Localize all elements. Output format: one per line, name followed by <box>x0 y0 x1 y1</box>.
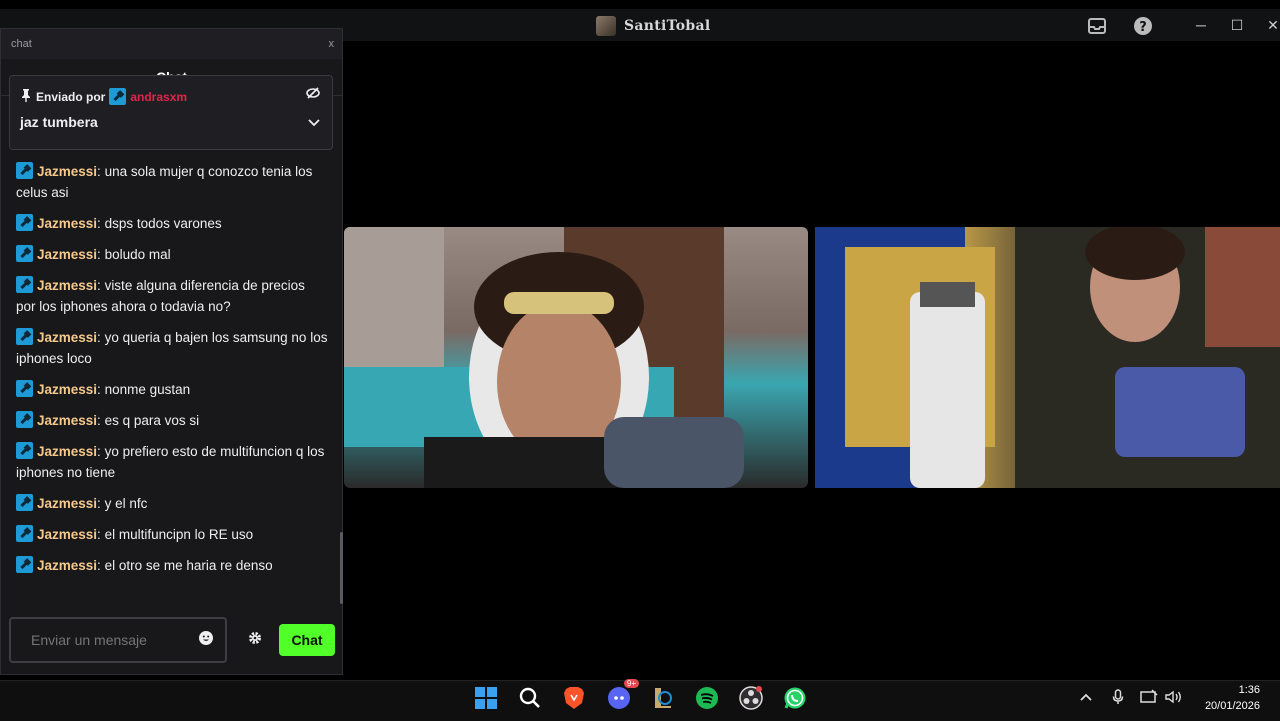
emote-picker-icon[interactable] <box>199 631 213 645</box>
help-icon[interactable]: ? <box>1132 15 1154 37</box>
moderator-badge-icon <box>16 556 33 574</box>
chat-message: Jazmessi: nonme gustan <box>16 379 328 400</box>
webcam-feed-right <box>815 227 1280 488</box>
pin-icon <box>20 88 32 105</box>
chat-username[interactable]: Jazmessi <box>37 164 97 179</box>
chat-message-text: nonme gustan <box>104 382 191 397</box>
start-menu-icon[interactable] <box>472 684 500 712</box>
volume-icon[interactable] <box>1165 688 1183 706</box>
moderator-badge-icon <box>16 214 33 232</box>
chat-close-button[interactable]: x <box>329 38 335 50</box>
chevron-up-icon[interactable] <box>1077 688 1095 706</box>
discord-notification-badge: 9+ <box>623 679 639 688</box>
chat-window-label: chat <box>11 38 32 50</box>
inbox-icon[interactable] <box>1086 15 1108 37</box>
chat-settings-gear-icon[interactable] <box>247 630 263 646</box>
obs-studio-icon[interactable] <box>737 684 765 712</box>
chat-username[interactable]: Jazmessi <box>37 413 97 428</box>
chat-message-text: el multifuncipn lo RE uso <box>104 527 254 542</box>
close-window-button[interactable]: ✕ <box>1258 14 1280 36</box>
moderator-badge-icon <box>16 411 33 429</box>
chat-username[interactable]: Jazmessi <box>37 247 97 262</box>
chevron-down-icon[interactable] <box>308 116 320 130</box>
network-icon[interactable] <box>1140 688 1158 706</box>
chat-username[interactable]: Jazmessi <box>37 444 97 459</box>
moderator-badge-icon <box>16 442 33 460</box>
svg-text:?: ? <box>1139 20 1147 35</box>
streamer-title: SantiTobal <box>596 16 710 36</box>
chat-message-text: boludo mal <box>104 247 171 262</box>
clock-time: 1:36 <box>1238 684 1260 696</box>
microphone-icon[interactable] <box>1109 688 1127 706</box>
chat-message: Jazmessi: viste alguna diferencia de pre… <box>16 276 305 314</box>
search-icon[interactable] <box>516 684 544 712</box>
chat-message-input[interactable] <box>29 631 193 649</box>
pinned-message-text: jaz tumbera <box>20 114 98 130</box>
moderator-badge-icon <box>16 328 33 346</box>
chat-message-text: el otro se me haria re denso <box>104 558 273 573</box>
chat-username[interactable]: Jazmessi <box>37 216 97 231</box>
moderator-badge-icon <box>16 162 33 180</box>
spotify-icon[interactable] <box>693 684 721 712</box>
pinned-sender-row: Enviado por andrasxm <box>20 88 187 105</box>
chat-message-list: Jazmessi: una sola mujer q conozco tenia… <box>16 161 328 586</box>
clock-date: 20/01/2026 <box>1204 700 1260 712</box>
chat-input-container[interactable] <box>9 617 227 663</box>
chat-username[interactable]: Jazmessi <box>37 382 97 397</box>
chat-message: Jazmessi: yo queria q bajen los samsung … <box>16 328 328 366</box>
system-clock[interactable]: 1:36 20/01/2026 <box>1205 682 1260 714</box>
hide-pinned-icon[interactable] <box>306 87 320 102</box>
chat-message: Jazmessi: y el nfc <box>16 493 328 514</box>
moderator-badge-icon <box>16 245 33 263</box>
whatsapp-icon[interactable] <box>781 684 809 712</box>
league-of-legends-icon[interactable] <box>649 684 677 712</box>
chat-message-text: y el nfc <box>104 496 148 511</box>
chat-username[interactable]: Jazmessi <box>37 278 97 293</box>
webcam-feed-left <box>344 227 808 488</box>
chat-username[interactable]: Jazmessi <box>37 330 97 345</box>
pinned-username[interactable]: andrasxm <box>130 90 187 104</box>
chat-message: Jazmessi: boludo mal <box>16 244 328 265</box>
chat-username[interactable]: Jazmessi <box>37 527 97 542</box>
chat-message: Jazmessi: yo prefiero esto de multifunci… <box>16 442 325 480</box>
moderator-badge-icon <box>109 88 127 105</box>
streamer-avatar <box>596 16 616 36</box>
brave-browser-icon[interactable] <box>560 684 588 712</box>
chat-username[interactable]: Jazmessi <box>37 496 97 511</box>
chat-window-bar: chat x <box>1 29 342 59</box>
moderator-badge-icon <box>16 276 33 294</box>
moderator-badge-icon <box>16 380 33 398</box>
chat-message: Jazmessi: una sola mujer q conozco tenia… <box>16 162 313 200</box>
pinned-sent-by-label: Enviado por <box>36 89 106 104</box>
chat-message-text: es q para vos si <box>104 413 200 428</box>
minimize-button[interactable]: ─ <box>1186 14 1216 36</box>
discord-icon[interactable]: 9+ <box>605 679 639 712</box>
chat-message: Jazmessi: es q para vos si <box>16 410 328 431</box>
chat-message: Jazmessi: dsps todos varones <box>16 213 328 234</box>
chat-message: Jazmessi: el multifuncipn lo RE uso <box>16 524 328 545</box>
chat-username[interactable]: Jazmessi <box>37 558 97 573</box>
chat-message: Jazmessi: el otro se me haria re denso <box>16 555 328 576</box>
send-chat-button[interactable]: Chat <box>279 624 335 656</box>
chat-scrollbar[interactable] <box>340 532 343 604</box>
moderator-badge-icon <box>16 525 33 543</box>
maximize-button[interactable]: ☐ <box>1222 14 1252 36</box>
moderator-badge-icon <box>16 494 33 512</box>
window-title: SantiTobal <box>624 18 711 34</box>
pinned-message[interactable]: Enviado por andrasxm jaz tumbera <box>9 75 333 150</box>
chat-message-text: dsps todos varones <box>104 216 222 231</box>
